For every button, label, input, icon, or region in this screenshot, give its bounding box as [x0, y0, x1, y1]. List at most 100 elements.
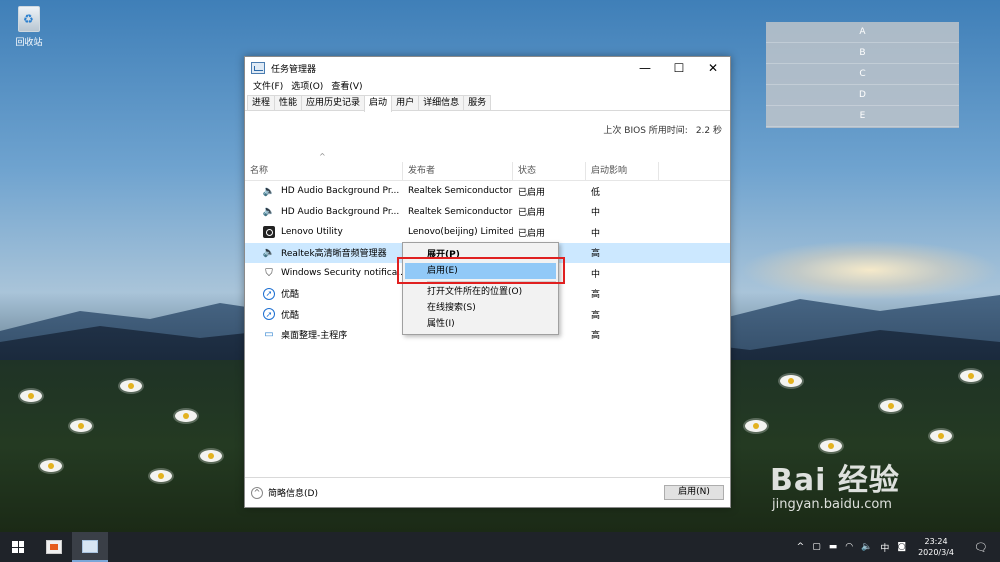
system-tray: ^ ▢ ▬ ◠ 🔈 中 ◙ 23:24 2020/3/4 🗨 — [793, 532, 1000, 562]
wifi-icon[interactable]: ◠ — [845, 542, 853, 552]
input-method-icon[interactable]: ◙ — [897, 542, 906, 552]
daisy — [820, 440, 842, 452]
table-row[interactable]: Lenovo Utility Lenovo(beijing) Limited 已… — [245, 222, 730, 243]
column-name[interactable]: 名称 — [245, 162, 403, 180]
letter-item: B — [766, 43, 959, 64]
clock-date: 2020/3/4 — [918, 548, 954, 557]
watermark-url: jingyan.baidu.com — [772, 497, 892, 512]
watermark-logo: Bai 经验 — [770, 463, 900, 498]
lenovo-icon — [263, 226, 275, 239]
context-menu: 展开(P) 启用(E) 打开文件所在的位置(O) 在线搜索(S) 属性(I) — [402, 242, 559, 335]
bios-time-value: 2.2 秒 — [695, 126, 722, 136]
row-name: Windows Security notifica... — [281, 268, 403, 279]
tab-processes[interactable]: 进程 — [247, 95, 276, 110]
clock[interactable]: 23:24 2020/3/4 — [918, 536, 954, 558]
row-impact: 高 — [591, 249, 601, 260]
speaker-icon: 🔈 — [262, 206, 276, 218]
taskbar-app-task-manager[interactable] — [72, 532, 108, 562]
speaker-icon: 🔈 — [262, 247, 276, 259]
daisy — [120, 380, 142, 392]
sort-caret-icon: ^ — [319, 152, 326, 161]
window-title: 任务管理器 — [271, 64, 317, 75]
taskbar-app-photos[interactable] — [36, 532, 72, 562]
menu-item-search-online[interactable]: 在线搜索(S) — [403, 300, 558, 316]
menu-file[interactable]: 文件(F) — [249, 79, 287, 95]
row-publisher: Lenovo(beijing) Limited — [408, 227, 513, 238]
daisy — [200, 450, 222, 462]
tab-performance[interactable]: 性能 — [274, 95, 303, 110]
chevron-up-icon[interactable]: ^ — [797, 542, 805, 552]
battery-icon[interactable]: ▬ — [829, 542, 838, 552]
row-status: 已启用 — [518, 228, 546, 239]
row-name: 优酷 — [281, 310, 300, 321]
menu-options[interactable]: 选项(O) — [287, 79, 327, 95]
row-name: 桌面整理-主程序 — [281, 331, 348, 342]
daisy — [960, 370, 982, 382]
maximize-button[interactable]: ☐ — [662, 57, 696, 79]
column-status[interactable]: 状态 — [513, 162, 586, 180]
letter-item: A — [766, 22, 959, 43]
minimize-button[interactable]: — — [628, 57, 662, 79]
row-impact: 高 — [591, 310, 601, 321]
row-publisher: Realtek Semiconductor — [408, 186, 513, 197]
row-status: 已启用 — [518, 187, 546, 198]
row-impact: 中 — [591, 269, 601, 280]
table-header: 名称 发布者 状态 启动影响 — [245, 159, 730, 181]
volume-icon[interactable]: 🔈 — [861, 542, 872, 552]
windows-logo-icon — [12, 541, 24, 553]
daisy — [880, 400, 902, 412]
daisy — [40, 460, 62, 472]
tab-services[interactable]: 服务 — [463, 95, 492, 110]
tab-startup[interactable]: 启动 — [364, 95, 393, 112]
usb-icon[interactable]: ▢ — [812, 542, 821, 552]
row-name: HD Audio Background Pr... — [281, 186, 400, 197]
bios-time-label: 上次 BIOS 所用时间: — [603, 126, 688, 136]
tab-users[interactable]: 用户 — [391, 95, 420, 110]
speaker-icon: 🔈 — [262, 185, 276, 197]
baidu-watermark: Bai 经验 jingyan.baidu.com — [770, 455, 900, 512]
menu-item-open-location[interactable]: 打开文件所在的位置(O) — [403, 284, 558, 300]
recycle-bin-label: 回收站 — [15, 38, 43, 48]
column-publisher[interactable]: 发布者 — [403, 162, 513, 180]
youku-icon: ➚ — [263, 287, 275, 300]
daisy — [150, 470, 172, 482]
close-button[interactable]: ✕ — [696, 57, 730, 79]
row-name: Lenovo Utility — [281, 227, 343, 238]
chevron-up-icon[interactable]: ^ — [251, 486, 263, 499]
row-impact: 高 — [591, 290, 601, 301]
sky-glow — [740, 240, 1000, 300]
task-manager-icon — [251, 62, 265, 74]
fewer-details-link[interactable]: 简略信息(D) — [268, 486, 664, 499]
enable-button[interactable]: 启用(N) — [664, 485, 724, 500]
daisy — [175, 410, 197, 422]
row-impact: 低 — [591, 187, 601, 198]
letter-panel: A B C D E — [766, 22, 959, 128]
clock-time: 23:24 — [924, 537, 948, 546]
table-row[interactable]: 🔈 HD Audio Background Pr... Realtek Semic… — [245, 202, 730, 223]
column-impact[interactable]: 启动影响 — [586, 162, 659, 180]
recycle-bin[interactable]: 回收站 — [10, 6, 48, 48]
daisy — [930, 430, 952, 442]
recycle-bin-icon — [18, 6, 40, 32]
ime-indicator[interactable]: 中 — [880, 541, 889, 554]
row-impact: 中 — [591, 208, 601, 219]
start-button[interactable] — [0, 532, 36, 562]
tab-strip: 进程 性能 应用历史记录 启动 用户 详细信息 服务 — [245, 95, 730, 112]
menu-item-properties[interactable]: 属性(I) — [403, 316, 558, 332]
row-impact: 高 — [591, 331, 601, 342]
title-bar[interactable]: 任务管理器 — ☐ ✕ — [245, 57, 730, 79]
tab-app-history[interactable]: 应用历史记录 — [301, 95, 366, 110]
tab-details[interactable]: 详细信息 — [418, 95, 465, 110]
shield-icon: ⛉ — [265, 267, 273, 279]
letter-item: E — [766, 106, 959, 127]
row-name: HD Audio Background Pr... — [281, 206, 400, 217]
table-row[interactable]: 🔈 HD Audio Background Pr... Realtek Semic… — [245, 181, 730, 202]
menu-bar: 文件(F) 选项(O) 查看(V) — [245, 79, 730, 95]
row-publisher: Realtek Semiconductor — [408, 206, 513, 217]
window-footer: ^ 简略信息(D) 启用(N) — [245, 477, 730, 507]
notification-icon[interactable]: 🗨 — [966, 541, 996, 554]
daisy — [70, 420, 92, 432]
menu-view[interactable]: 查看(V) — [327, 79, 366, 95]
task-manager-icon — [82, 539, 98, 553]
daisy — [745, 420, 767, 432]
